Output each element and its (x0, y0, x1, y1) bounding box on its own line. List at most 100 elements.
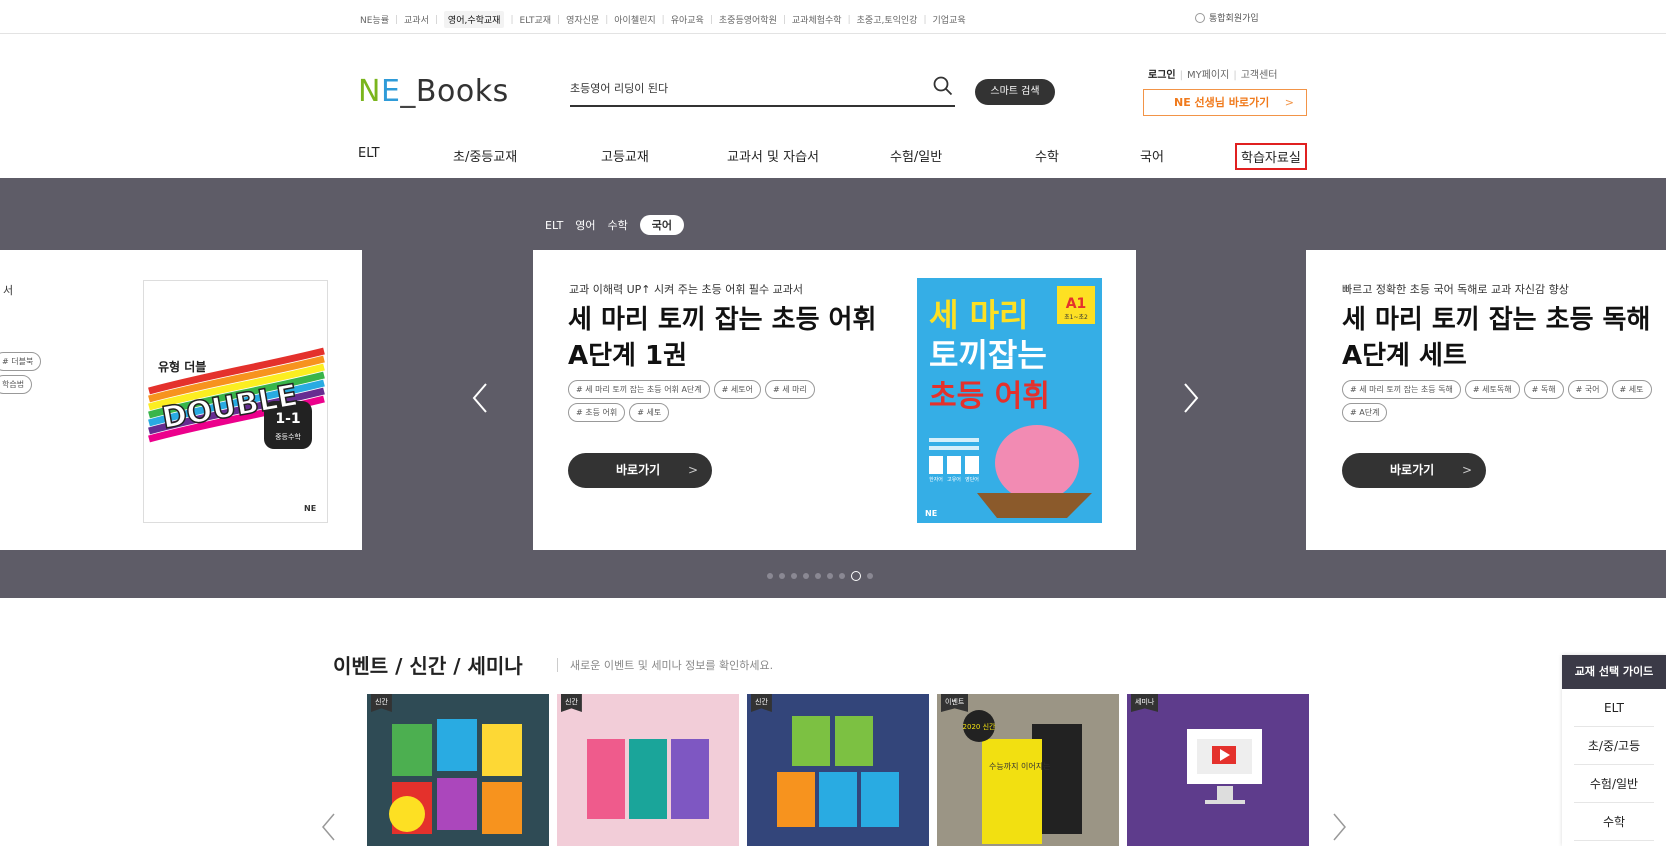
guide-title: 교재 선택 가이드 (1562, 655, 1666, 689)
customer-center-link[interactable]: 고객센터 (1241, 70, 1278, 81)
double-cover-art: 1-1 중등수학 유형 더블 DOUBLE NE (144, 281, 327, 522)
topbar-link[interactable]: ELT교재 (520, 13, 552, 26)
nav-item-textbooks[interactable]: 교과서 및 자습서 (727, 146, 819, 165)
logo-letter-e: E (380, 74, 401, 109)
hero-tab-korean-active[interactable]: 국어 (639, 215, 685, 235)
carousel-dot[interactable] (803, 573, 809, 579)
mypage-link[interactable]: MY페이지 (1187, 70, 1229, 81)
cover-line1: 세 마리 (929, 296, 1028, 334)
slide-tags: # 세 마리 토끼 잡는 초등 독해 # 세토독해 # 독해 # 국어 # 세토… (1342, 380, 1662, 422)
slide-tag[interactable]: # 초등 어휘 (568, 403, 626, 422)
events-prev-arrow-icon[interactable] (320, 812, 338, 842)
separator: | (923, 14, 927, 25)
nav-item-high-school[interactable]: 고등교재 (601, 146, 649, 165)
logo-letter-n: N (358, 74, 381, 109)
carousel-dot[interactable] (827, 573, 833, 579)
separator: | (434, 14, 438, 25)
slide-tag[interactable]: 학습법 (0, 375, 33, 394)
slide-tag[interactable]: # 더블북 (0, 352, 42, 371)
slide-tag[interactable]: # 세 마리 (764, 380, 815, 399)
join-link[interactable]: 통합회원가입 (1195, 11, 1259, 24)
topbar-link[interactable]: 영자신문 (566, 13, 599, 26)
book-cover-vocab[interactable]: A1 초1~초2 세 마리 토끼잡는 초등 어휘 한자어 고유어 영단어 NE (917, 278, 1102, 523)
topbar-link[interactable]: 기업교육 (933, 13, 966, 26)
chevron-right-icon: > (687, 463, 698, 477)
slide-tag[interactable]: # 세 마리 토끼 잡는 초등 독해 (1342, 380, 1461, 399)
cover-chip: 한자어 (929, 476, 943, 483)
slide-tag[interactable]: # 세토 (629, 403, 670, 422)
hero-tab-elt[interactable]: ELT (545, 219, 563, 232)
event-card[interactable]: 이벤트 2020 신간 수능까지 이어지는 (937, 694, 1119, 846)
carousel-dot-active[interactable] (851, 571, 861, 581)
topbar-link[interactable]: 초중고,토익인강 (857, 13, 918, 26)
topbar-link[interactable]: 교과체험수학 (792, 13, 842, 26)
slide-tag[interactable]: # 국어 (1567, 380, 1608, 399)
hero-tab-english[interactable]: 영어 (575, 217, 595, 233)
go-button[interactable]: 바로가기 > (1342, 453, 1486, 488)
cover-chip: 영단어 (965, 476, 979, 483)
separator: | (394, 14, 399, 25)
separator: | (782, 14, 786, 25)
teacher-site-button[interactable]: NE 선생님 바로가기 > (1143, 89, 1307, 116)
guide-item-math[interactable]: 수학 (1574, 803, 1654, 841)
events-section-subtitle: 새로운 이벤트 및 세미나 정보를 확인하세요. (570, 659, 774, 672)
slide-tag[interactable]: # 세토 (1611, 380, 1652, 399)
guide-item-exam[interactable]: 수험/일반 (1574, 765, 1654, 803)
topbar-link[interactable]: 초중등영어학원 (719, 13, 777, 26)
search-input[interactable] (570, 73, 890, 103)
nav-item-math[interactable]: 수학 (1035, 146, 1059, 165)
vocab-cover-art: A1 초1~초2 세 마리 토끼잡는 초등 어휘 한자어 고유어 영단어 NE (917, 278, 1102, 523)
topbar-link[interactable]: 유아교육 (671, 13, 704, 26)
go-button[interactable]: 바로가기 > (568, 453, 712, 488)
site-logo[interactable]: NE_Books (358, 74, 509, 109)
nav-item-elementary-middle[interactable]: 초/중등교재 (453, 146, 517, 165)
logo-books: Books (415, 74, 509, 109)
slide-tag[interactable]: # 독해 (1523, 380, 1564, 399)
topbar-link[interactable]: 아이첼린지 (614, 13, 655, 26)
user-links: 로그인 | MY페이지 | 고객센터 (1148, 66, 1278, 81)
slide-tag[interactable]: # 세 마리 토끼 잡는 초등 어휘 A단계 (568, 380, 710, 399)
event-book-text: 수능까지 이어지는 (989, 761, 1050, 771)
teacher-button-label: NE 선생님 바로가기 (1174, 96, 1270, 109)
slide-kicker: 빠르고 정확한 초등 국어 독해로 교과 자신감 향상 (1342, 283, 1569, 296)
carousel-prev-arrow-icon[interactable] (468, 378, 494, 418)
separator: | (605, 14, 609, 25)
guide-item-elt[interactable]: ELT (1574, 689, 1654, 727)
cover-level-sub: 초1~초2 (1064, 314, 1088, 321)
topbar-link[interactable]: 교과서 (404, 13, 429, 26)
slide-tag[interactable]: # 세토어 (713, 380, 761, 399)
chevron-right-icon: > (1284, 96, 1294, 109)
go-button-label: 바로가기 (616, 463, 661, 477)
nav-item-exam-general[interactable]: 수험/일반 (890, 146, 942, 165)
slide-tag[interactable]: # A단계 (1342, 403, 1388, 422)
carousel-next-arrow-icon[interactable] (1177, 378, 1203, 418)
carousel-dot[interactable] (767, 573, 773, 579)
carousel-dot[interactable] (839, 573, 845, 579)
search-bar (570, 70, 955, 107)
nav-item-learning-resources[interactable]: 학습자료실 (1235, 143, 1307, 170)
guide-item-school[interactable]: 초/중/고등 (1574, 727, 1654, 765)
carousel-dot[interactable] (815, 573, 821, 579)
textbook-guide-panel: 교재 선택 가이드 ELT 초/중/고등 수험/일반 수학 (1562, 655, 1666, 846)
hero-slide-next[interactable]: 빠르고 정확한 초등 국어 독해로 교과 자신감 향상 세 마리 토끼 잡는 초… (1306, 250, 1666, 550)
smart-search-button[interactable]: 스마트 검색 (975, 79, 1055, 105)
event-card[interactable]: 신간 (557, 694, 739, 846)
carousel-dot[interactable] (867, 573, 873, 579)
event-card[interactable]: 신간 (367, 694, 549, 846)
carousel-dot[interactable] (779, 573, 785, 579)
nav-item-elt[interactable]: ELT (358, 146, 380, 161)
book-cover-double[interactable]: 1-1 중등수학 유형 더블 DOUBLE NE (143, 280, 328, 523)
search-icon[interactable] (933, 76, 953, 96)
event-card[interactable]: 신간 (747, 694, 929, 846)
events-next-arrow-icon[interactable] (1330, 812, 1348, 842)
topbar-link[interactable]: NE능률 (360, 13, 389, 26)
cover-line2: 토끼잡는 (929, 336, 1047, 374)
carousel-dot[interactable] (791, 573, 797, 579)
event-card[interactable]: 세미나 (1127, 694, 1309, 846)
event-seal: 2020 신간 (963, 722, 996, 731)
slide-tag[interactable]: # 세토독해 (1464, 380, 1520, 399)
topbar-link-active[interactable]: 영어,수학교재 (443, 11, 505, 28)
hero-tab-math[interactable]: 수학 (608, 217, 628, 233)
login-link[interactable]: 로그인 (1148, 70, 1176, 81)
nav-item-korean[interactable]: 국어 (1140, 146, 1164, 165)
